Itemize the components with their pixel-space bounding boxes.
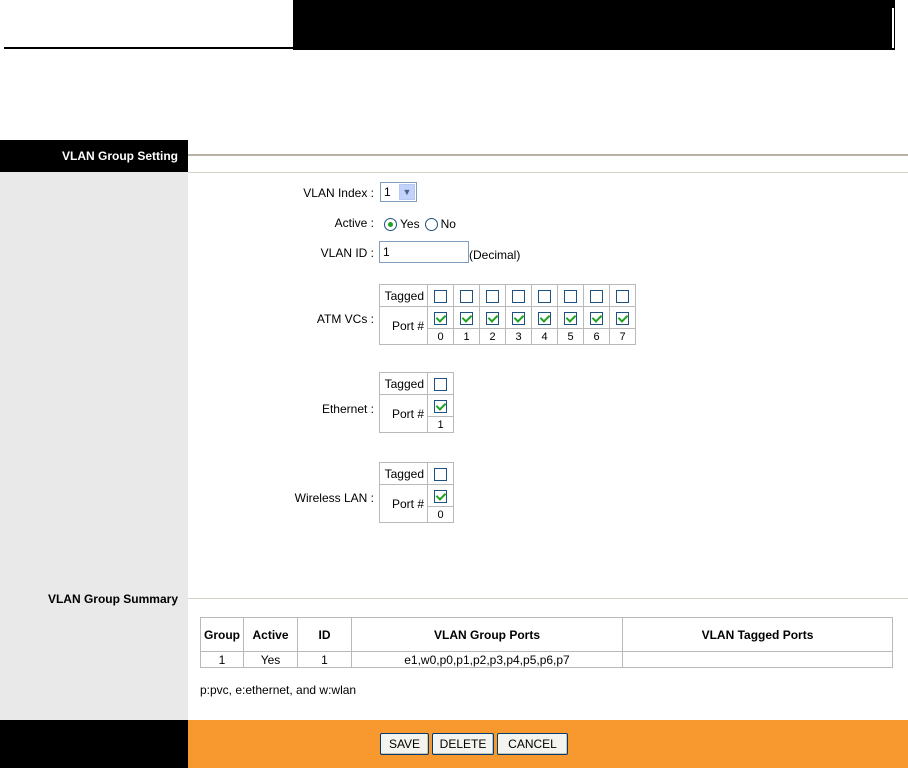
port-number: 4 — [531, 328, 558, 345]
tagged-label: Tagged — [379, 372, 428, 395]
table-cell: Yes — [243, 651, 298, 668]
tagged-label: Tagged — [379, 284, 428, 307]
cancel-button[interactable]: CANCEL — [497, 733, 568, 755]
port-number: 5 — [557, 328, 584, 345]
left-sidebar-footer — [0, 720, 188, 768]
atm-port-checkbox[interactable] — [616, 311, 629, 325]
header-underline — [4, 47, 293, 49]
vlan-index-value: 1 — [384, 185, 391, 199]
column-header: Group — [200, 617, 244, 652]
atm-tagged-checkbox[interactable] — [460, 289, 473, 303]
ethernet-port-checkbox[interactable] — [434, 399, 447, 413]
tagged-row: Tagged — [379, 372, 454, 395]
active-radio-group: Yes No — [384, 217, 456, 231]
vlan-summary-table: Group Active ID VLAN Group Ports VLAN Ta… — [200, 617, 893, 668]
atm-port-checkbox[interactable] — [590, 311, 603, 325]
tagged-label: Tagged — [379, 462, 428, 485]
port-label: Port # — [379, 306, 428, 345]
wlan-port-checkbox[interactable] — [434, 489, 447, 503]
header-black-bar — [293, 0, 895, 50]
column-header: VLAN Tagged Ports — [622, 617, 893, 652]
atm-port-checkbox[interactable] — [538, 311, 551, 325]
section-divider — [188, 154, 908, 156]
active-no-label: No — [440, 217, 456, 231]
port-number: 6 — [583, 328, 610, 345]
port-number: 0 — [427, 506, 454, 523]
header-end-rule — [892, 8, 894, 48]
port-number: 2 — [479, 328, 506, 345]
vlan-panel: VLAN Group Setting VLAN Group Summary VL… — [0, 140, 908, 768]
wireless-lan-table: Tagged Port # 0 — [379, 462, 454, 523]
atm-vcs-table: Tagged Port # 0 1 2 3 4 5 6 7 — [379, 284, 636, 345]
atm-port-checkbox[interactable] — [512, 311, 525, 325]
table-cell: 1 — [200, 651, 244, 668]
port-number: 7 — [609, 328, 636, 345]
vlan-group-setting-title: VLAN Group Setting — [62, 149, 178, 163]
port-legend-note: p:pvc, e:ethernet, and w:wlan — [200, 683, 357, 697]
atm-port-checkbox[interactable] — [460, 311, 473, 325]
delete-button[interactable]: DELETE — [432, 733, 494, 755]
port-number: 1 — [453, 328, 480, 345]
column-header: Active — [243, 617, 298, 652]
section-divider — [188, 172, 908, 173]
table-header-row: Group Active ID VLAN Group Ports VLAN Ta… — [200, 617, 893, 652]
port-row: Port # — [379, 306, 636, 345]
left-sidebar — [0, 140, 188, 720]
vlan-index-select[interactable]: 1 ▼ — [380, 182, 417, 202]
port-row: Port # — [379, 394, 454, 433]
atm-tagged-checkbox[interactable] — [512, 289, 525, 303]
port-number: 3 — [505, 328, 532, 345]
port-label: Port # — [379, 484, 428, 523]
table-row: 1 Yes 1 e1,w0,p0,p1,p2,p3,p4,p5,p6,p7 — [200, 651, 893, 668]
ethernet-table: Tagged Port # 1 — [379, 372, 454, 433]
active-no-radio[interactable] — [424, 217, 438, 231]
active-label: Active : — [334, 216, 374, 230]
atm-tagged-checkbox[interactable] — [538, 289, 551, 303]
document-header — [0, 0, 908, 52]
atm-tagged-checkbox[interactable] — [434, 289, 447, 303]
ethernet-label: Ethernet : — [321, 402, 374, 416]
atm-vcs-label: ATM VCs : — [316, 312, 374, 326]
atm-port-checkbox[interactable] — [486, 311, 499, 325]
ethernet-tagged-checkbox[interactable] — [434, 377, 447, 391]
table-cell: 1 — [297, 651, 352, 668]
chevron-down-icon[interactable]: ▼ — [399, 184, 415, 200]
atm-port-checkbox[interactable] — [434, 311, 447, 325]
action-bar: SAVE DELETE CANCEL — [188, 720, 908, 768]
port-number: 1 — [427, 416, 454, 433]
column-header: VLAN Group Ports — [351, 617, 623, 652]
wlan-tagged-checkbox[interactable] — [434, 467, 447, 481]
port-number: 0 — [427, 328, 454, 345]
vlan-index-label: VLAN Index : — [303, 186, 374, 200]
table-cell: e1,w0,p0,p1,p2,p3,p4,p5,p6,p7 — [351, 651, 623, 668]
atm-port-checkbox[interactable] — [564, 311, 577, 325]
atm-tagged-checkbox[interactable] — [564, 289, 577, 303]
vlan-group-summary-title: VLAN Group Summary — [47, 592, 178, 606]
tagged-row: Tagged — [379, 462, 454, 485]
vlan-id-label: VLAN ID : — [320, 246, 374, 260]
column-header: ID — [297, 617, 352, 652]
section-divider — [188, 598, 908, 599]
vlan-id-hint: (Decimal) — [469, 248, 521, 262]
atm-tagged-checkbox[interactable] — [616, 289, 629, 303]
table-cell — [622, 651, 893, 668]
port-row: Port # — [379, 484, 454, 523]
save-button[interactable]: SAVE — [380, 733, 429, 755]
vlan-id-input[interactable] — [379, 241, 469, 263]
active-yes-label: Yes — [400, 217, 420, 231]
tagged-row: Tagged — [379, 284, 636, 307]
wireless-lan-label: Wireless LAN : — [294, 491, 374, 505]
atm-tagged-checkbox[interactable] — [590, 289, 603, 303]
atm-tagged-checkbox[interactable] — [486, 289, 499, 303]
port-label: Port # — [379, 394, 428, 433]
active-yes-radio[interactable] — [384, 217, 397, 231]
